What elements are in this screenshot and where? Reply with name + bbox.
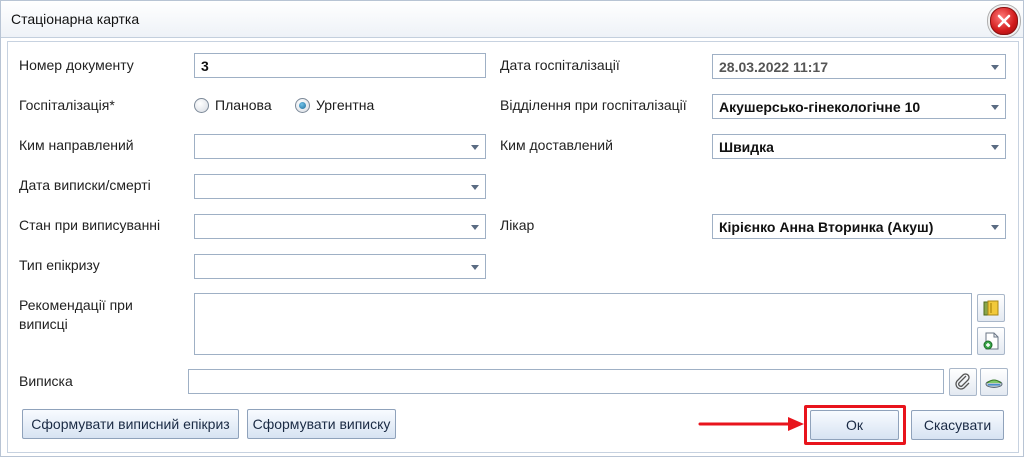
discharge-date-select[interactable]: [194, 174, 486, 199]
delivered-by-value: Швидка: [719, 139, 774, 155]
scan-button[interactable]: [980, 368, 1008, 396]
chevron-down-icon: [471, 185, 479, 190]
hospitalization-label: Госпіталізація*: [19, 97, 115, 113]
referred-by-select[interactable]: [194, 134, 486, 159]
delivered-by-label: Ким доставлений: [500, 137, 613, 153]
form-area: Номер документу 3 Дата госпіталізації 28…: [7, 41, 1019, 453]
recommendations-label: Рекомендації при виписці: [19, 297, 133, 332]
referred-by-label: Ким направлений: [19, 137, 134, 153]
form-epicrisis-button[interactable]: Сформувати виписний епікриз: [22, 409, 239, 439]
ok-button[interactable]: Ок: [810, 410, 899, 440]
doctor-value: Кірієнко Анна Вторинка (Акуш): [719, 219, 934, 235]
chevron-down-icon: [471, 265, 479, 270]
title-bar: Стаціонарна картка: [1, 1, 1023, 38]
hosp-date-select[interactable]: 28.03.2022 11:17: [712, 54, 1006, 79]
chevron-down-icon: [991, 105, 999, 110]
annotation-arrow-icon: [698, 417, 804, 431]
cancel-button[interactable]: Скасувати: [911, 410, 1004, 440]
doc-number-label: Номер документу: [19, 57, 134, 73]
radio-planned-dot: [194, 97, 209, 113]
doctor-select[interactable]: Кірієнко Анна Вторинка (Акуш): [712, 214, 1006, 239]
department-label: Відділення при госпіталізації: [500, 97, 687, 113]
hosp-date-label: Дата госпіталізації: [500, 57, 620, 73]
chevron-down-icon: [991, 65, 999, 70]
discharge-state-select[interactable]: [194, 214, 486, 239]
close-icon: [997, 14, 1011, 28]
chevron-down-icon: [991, 145, 999, 150]
radio-urgent-dot: [295, 97, 310, 113]
scanner-icon: [985, 379, 1003, 388]
extract-input[interactable]: [188, 369, 944, 394]
radio-urgent-label: Ургентна: [316, 97, 375, 113]
radio-urgent[interactable]: Ургентна: [295, 97, 374, 113]
chevron-down-icon: [471, 225, 479, 230]
chevron-down-icon: [471, 145, 479, 150]
window-title: Стаціонарна картка: [11, 11, 140, 27]
paperclip-icon: [955, 373, 970, 390]
radio-planned-label: Планова: [215, 97, 272, 113]
recommendations-textarea[interactable]: [194, 293, 972, 355]
stationary-card-dialog: Стаціонарна картка Номер документу 3 Дат…: [0, 0, 1024, 457]
department-value: Акушерсько-гінекологічне 10: [719, 99, 921, 115]
delivered-by-select[interactable]: Швидка: [712, 134, 1006, 159]
attach-button[interactable]: [949, 368, 977, 396]
add-document-icon: [983, 332, 999, 350]
chevron-down-icon: [991, 225, 999, 230]
close-button[interactable]: [990, 7, 1018, 35]
folder-icon: [983, 300, 999, 316]
doctor-label: Лікар: [500, 217, 535, 233]
extract-label: Виписка: [19, 373, 73, 389]
form-extract-button[interactable]: Сформувати виписку: [247, 409, 396, 439]
add-document-button[interactable]: [977, 327, 1005, 355]
folder-button[interactable]: [977, 294, 1005, 322]
discharge-date-label: Дата виписки/смерті: [19, 177, 151, 193]
hosp-date-value: 28.03.2022 11:17: [719, 59, 828, 75]
doc-number-value: 3: [201, 58, 209, 74]
doc-number-input[interactable]: 3: [194, 53, 486, 78]
department-select[interactable]: Акушерсько-гінекологічне 10: [712, 94, 1006, 119]
radio-planned[interactable]: Планова: [194, 97, 272, 113]
epicrisis-type-select[interactable]: [194, 254, 486, 279]
discharge-state-label: Стан при виписуванні: [19, 217, 161, 233]
epicrisis-type-label: Тип епікризу: [19, 257, 100, 273]
